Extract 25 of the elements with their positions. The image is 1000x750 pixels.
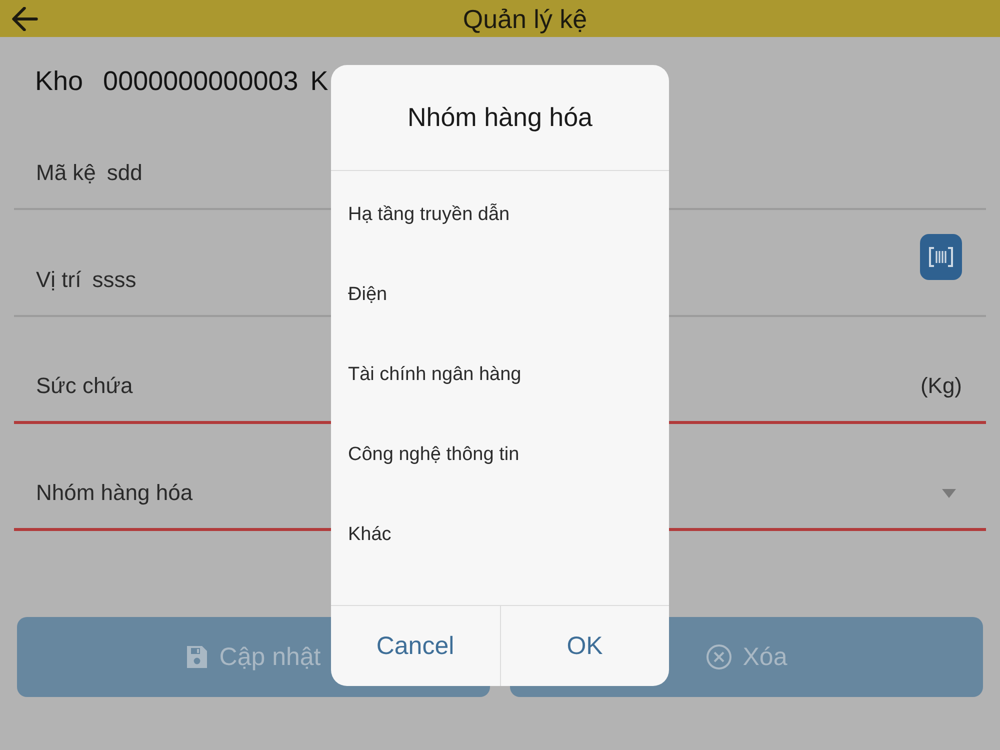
save-icon <box>186 645 208 669</box>
ok-button[interactable]: OK <box>500 606 669 686</box>
back-button[interactable] <box>10 4 40 32</box>
warehouse-label: Kho <box>35 66 84 96</box>
field-label: Nhóm hàng hóa <box>36 480 193 506</box>
list-option[interactable]: Điện <box>331 255 669 335</box>
unit-label: (Kg) <box>920 373 962 399</box>
field-label: Vị trí <box>36 266 82 292</box>
list-option[interactable]: Khác <box>331 495 669 575</box>
list-option[interactable]: Tài chính ngân hàng <box>331 335 669 415</box>
arrow-left-icon <box>12 6 38 30</box>
field-value: sdd <box>106 160 142 186</box>
field-value: ssss <box>92 266 136 292</box>
field-label: Sức chứa <box>36 373 133 399</box>
list-option[interactable]: Công nghệ thông tin <box>331 415 669 495</box>
barcode-icon <box>929 246 953 266</box>
list-option[interactable]: Hạ tầng truyền dẫn <box>331 175 669 255</box>
warehouse-text: K <box>310 66 328 96</box>
dialog-title: Nhóm hàng hóa <box>407 102 593 133</box>
warehouse-code: 0000000000003 <box>103 66 298 96</box>
scan-button[interactable] <box>920 234 962 280</box>
caret-icon <box>942 488 956 498</box>
screen-title: Quản lý kệ <box>462 2 588 34</box>
field-label: Mã kệ <box>36 160 96 186</box>
circle-x-icon <box>706 644 732 670</box>
